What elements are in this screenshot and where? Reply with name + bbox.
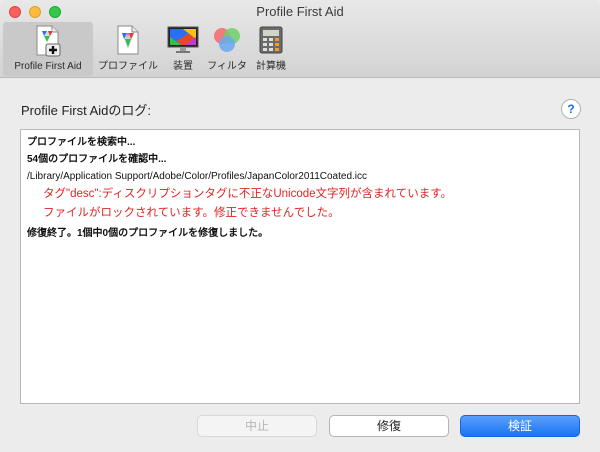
log-label: Profile First Aidのログ: [21,103,152,118]
stop-button[interactable]: 中止 [197,415,317,437]
log-error-line: タグ"desc":ディスクリプションタグに不正なUnicode文字列が含まれてい… [43,188,453,200]
repair-button[interactable]: 修復 [329,415,449,437]
log-line: 54個のプロファイルを確認中... [27,154,167,165]
toolbar-item-label: プロファイル [98,61,158,72]
filter-icon [214,28,240,52]
verify-button[interactable]: 検証 [460,415,580,437]
log-line: /Library/Application Support/Adobe/Color… [27,171,368,182]
log-error-line: ファイルがロックされています。修正できませんでした。 [43,207,340,219]
toolbar-item-label: Profile First Aid [14,61,82,72]
toolbar-item-label: 計算機 [256,61,286,72]
toolbar-item-profile[interactable]: プロファイル [96,22,160,76]
profile-first-aid-icon [36,25,61,57]
toolbar-item-calculator[interactable]: 計算機 [251,22,291,76]
profile-icon [117,25,139,55]
help-button[interactable]: ? [561,99,581,119]
display-icon [167,26,199,53]
log-line: 修復終了。1個中0個のプロファイルを修復しました。 [27,228,269,239]
titlebar: Profile First Aid Profile First Aid プロファ… [0,0,600,78]
toolbar-item-label: 装置 [173,61,193,72]
window-title: Profile First Aid [256,4,344,19]
toolbar-item-device[interactable]: 装置 [162,22,204,76]
toolbar: Profile First Aid プロファイル 装置 フィルタ 計算機 [0,22,600,77]
profile-first-aid-window: Profile First Aid Profile First Aid プロファ… [0,0,600,452]
toolbar-item-filter[interactable]: フィルタ [203,22,251,76]
log-line: プロファイルを検索中... [27,137,136,148]
log-text-area[interactable]: プロファイルを検索中... 54個のプロファイルを確認中... /Library… [20,129,580,404]
calculator-icon [259,26,283,54]
toolbar-item-label: フィルタ [207,61,247,72]
toolbar-item-profile-first-aid[interactable]: Profile First Aid [3,22,93,76]
